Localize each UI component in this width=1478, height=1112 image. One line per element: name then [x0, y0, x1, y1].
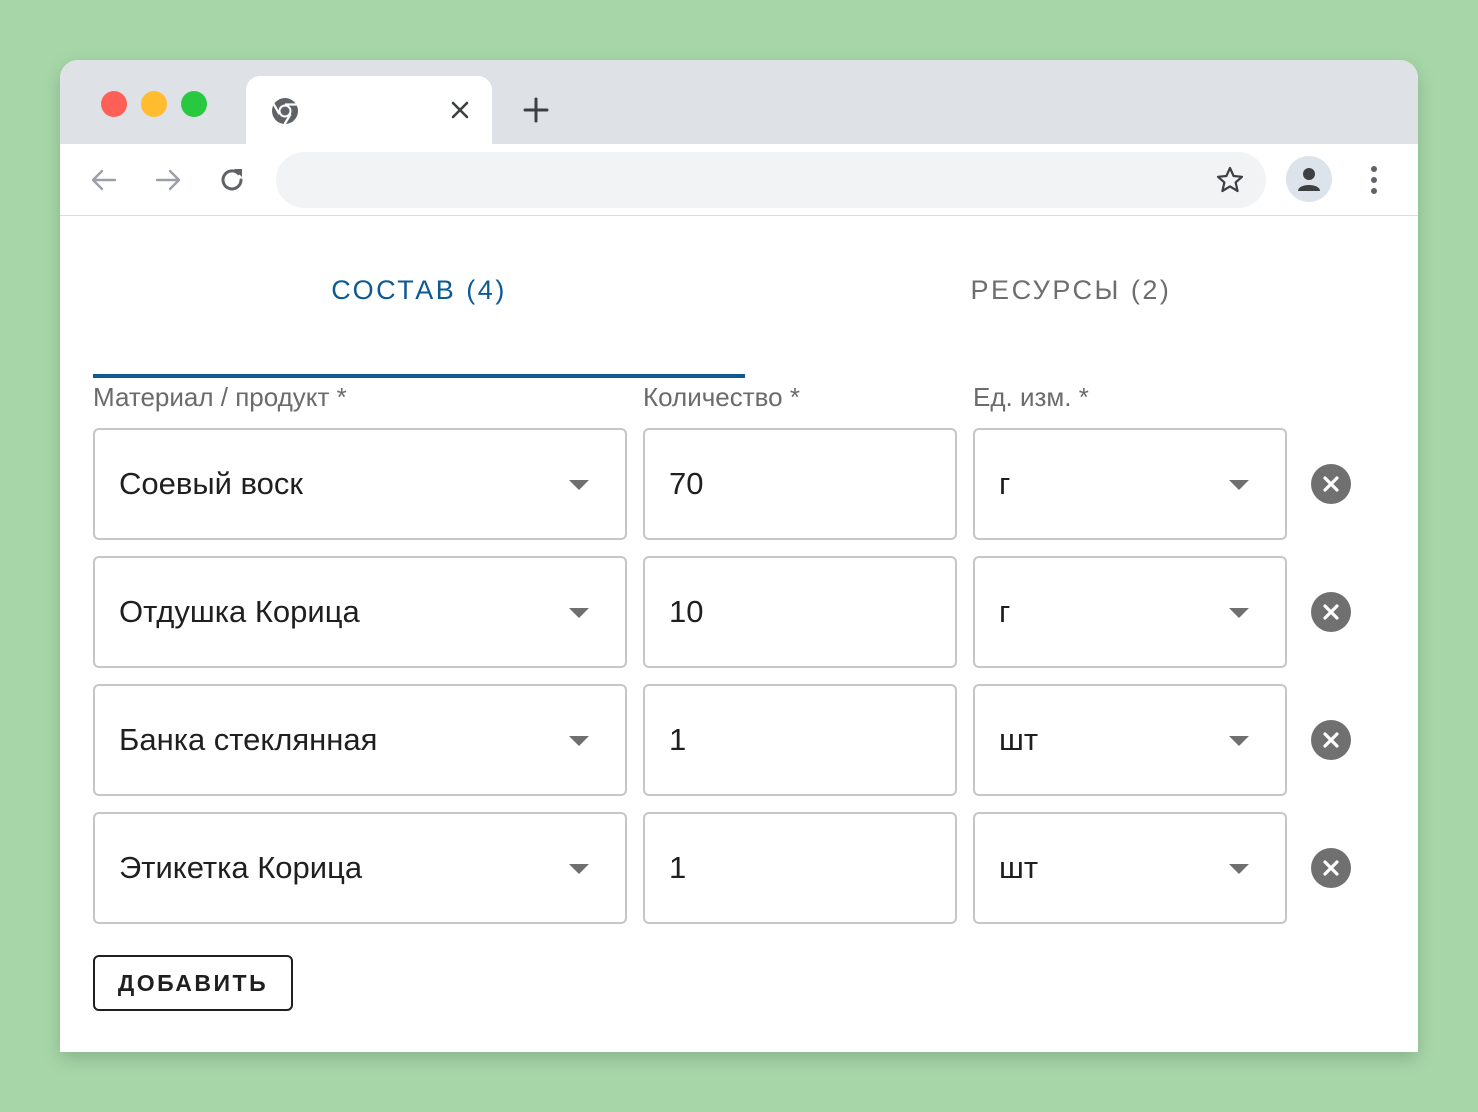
tabs-bar: СОСТАВ (4) РЕСУРСЫ (2): [93, 257, 1396, 399]
person-icon[interactable]: [1286, 156, 1332, 202]
chrome-icon: [270, 96, 300, 126]
caret-down-icon: [1229, 480, 1249, 490]
remove-circle-icon[interactable]: [1311, 720, 1351, 760]
browser-toolbar: [60, 144, 1418, 216]
material-value: Банка стеклянная: [119, 722, 378, 757]
window-close-button[interactable]: [101, 91, 127, 117]
caret-down-icon: [569, 864, 589, 874]
window-maximize-button[interactable]: [181, 91, 207, 117]
quantity-value: 1: [669, 722, 687, 757]
star-icon[interactable]: [1214, 164, 1246, 196]
unit-column-label: Ед. изм. *: [973, 382, 1089, 412]
arrow-right-icon[interactable]: [150, 162, 186, 198]
quantity-value: 1: [669, 850, 687, 885]
remove-circle-icon[interactable]: [1311, 592, 1351, 632]
quantity-column-label: Количество *: [643, 382, 800, 412]
caret-down-icon: [569, 608, 589, 618]
address-bar[interactable]: [276, 152, 1266, 208]
unit-select[interactable]: шт: [973, 684, 1287, 796]
tab-strip: [60, 60, 1418, 144]
unit-value: г: [999, 466, 1011, 501]
quantity-input[interactable]: 1: [643, 684, 957, 796]
unit-select[interactable]: г: [973, 428, 1287, 540]
quantity-input[interactable]: 10: [643, 556, 957, 668]
arrow-left-icon[interactable]: [86, 162, 122, 198]
active-tab-indicator: [93, 374, 745, 378]
reload-icon[interactable]: [214, 162, 250, 198]
caret-down-icon: [569, 736, 589, 746]
caret-down-icon: [1229, 736, 1249, 746]
composition-row: Отдушка Корица 10 г: [93, 556, 1393, 668]
page-content: СОСТАВ (4) РЕСУРСЫ (2) Материал / продук…: [60, 217, 1418, 1052]
material-value: Этикетка Корица: [119, 850, 363, 885]
quantity-value: 70: [669, 466, 704, 501]
caret-down-icon: [1229, 864, 1249, 874]
remove-circle-icon[interactable]: [1311, 464, 1351, 504]
remove-circle-icon[interactable]: [1311, 848, 1351, 888]
quantity-input[interactable]: 1: [643, 812, 957, 924]
quantity-value: 10: [669, 594, 704, 629]
window-minimize-button[interactable]: [141, 91, 167, 117]
caret-down-icon: [569, 480, 589, 490]
material-value: Отдушка Корица: [119, 594, 360, 629]
add-button[interactable]: ДОБАВИТЬ: [93, 955, 293, 1011]
material-select[interactable]: Этикетка Корица: [93, 812, 627, 924]
unit-value: шт: [999, 722, 1039, 757]
close-icon[interactable]: [444, 94, 476, 126]
caret-down-icon: [1229, 608, 1249, 618]
unit-value: г: [999, 594, 1011, 629]
material-select[interactable]: Банка стеклянная: [93, 684, 627, 796]
plus-icon[interactable]: [520, 94, 552, 126]
unit-select[interactable]: г: [973, 556, 1287, 668]
composition-row: Этикетка Корица 1 шт: [93, 812, 1393, 924]
browser-tab[interactable]: [246, 76, 492, 144]
material-select[interactable]: Соевый воск: [93, 428, 627, 540]
unit-select[interactable]: шт: [973, 812, 1287, 924]
material-value: Соевый воск: [119, 466, 303, 501]
material-column-label: Материал / продукт *: [93, 382, 347, 412]
composition-row: Соевый воск 70 г: [93, 428, 1393, 540]
material-select[interactable]: Отдушка Корица: [93, 556, 627, 668]
quantity-input[interactable]: 70: [643, 428, 957, 540]
browser-window: СОСТАВ (4) РЕСУРСЫ (2) Материал / продук…: [60, 60, 1418, 1052]
composition-row: Банка стеклянная 1 шт: [93, 684, 1393, 796]
tab-resources[interactable]: РЕСУРСЫ (2): [745, 257, 1397, 399]
unit-value: шт: [999, 850, 1039, 885]
kebab-menu-icon[interactable]: [1356, 160, 1392, 200]
